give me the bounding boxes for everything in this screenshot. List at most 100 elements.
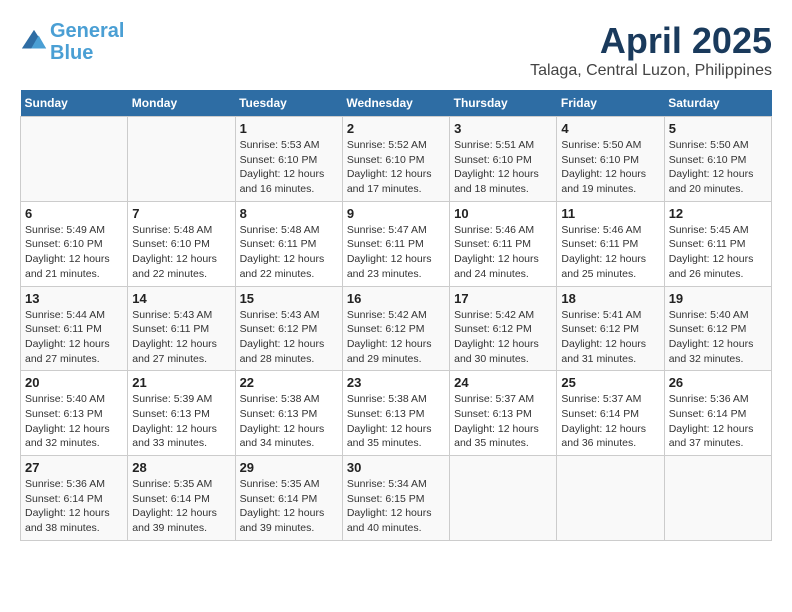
calendar-week-row: 27 Sunrise: 5:36 AMSunset: 6:14 PMDayligh… (21, 456, 772, 541)
weekday-header: Monday (128, 90, 235, 117)
weekday-header: Wednesday (342, 90, 449, 117)
day-number: 30 (347, 460, 445, 475)
day-number: 14 (132, 291, 230, 306)
calendar-week-row: 20 Sunrise: 5:40 AMSunset: 6:13 PMDayligh… (21, 371, 772, 456)
weekday-header: Tuesday (235, 90, 342, 117)
day-number: 6 (25, 206, 123, 221)
day-info: Sunrise: 5:42 AMSunset: 6:12 PMDaylight:… (347, 308, 445, 367)
calendar-week-row: 6 Sunrise: 5:49 AMSunset: 6:10 PMDaylight… (21, 201, 772, 286)
calendar-day-cell: 11 Sunrise: 5:46 AMSunset: 6:11 PMDayligh… (557, 201, 664, 286)
calendar-day-cell: 21 Sunrise: 5:39 AMSunset: 6:13 PMDayligh… (128, 371, 235, 456)
day-number: 24 (454, 375, 552, 390)
calendar-day-cell: 17 Sunrise: 5:42 AMSunset: 6:12 PMDayligh… (450, 286, 557, 371)
weekday-header: Friday (557, 90, 664, 117)
day-info: Sunrise: 5:49 AMSunset: 6:10 PMDaylight:… (25, 223, 123, 282)
calendar-week-row: 13 Sunrise: 5:44 AMSunset: 6:11 PMDayligh… (21, 286, 772, 371)
day-number: 25 (561, 375, 659, 390)
day-number: 8 (240, 206, 338, 221)
calendar-day-cell: 29 Sunrise: 5:35 AMSunset: 6:14 PMDayligh… (235, 456, 342, 541)
calendar-day-cell: 16 Sunrise: 5:42 AMSunset: 6:12 PMDayligh… (342, 286, 449, 371)
day-number: 9 (347, 206, 445, 221)
logo-icon (20, 28, 48, 56)
day-info: Sunrise: 5:42 AMSunset: 6:12 PMDaylight:… (454, 308, 552, 367)
day-info: Sunrise: 5:53 AMSunset: 6:10 PMDaylight:… (240, 138, 338, 197)
calendar-day-cell: 22 Sunrise: 5:38 AMSunset: 6:13 PMDayligh… (235, 371, 342, 456)
day-info: Sunrise: 5:40 AMSunset: 6:12 PMDaylight:… (669, 308, 767, 367)
day-number: 17 (454, 291, 552, 306)
calendar-day-cell: 13 Sunrise: 5:44 AMSunset: 6:11 PMDayligh… (21, 286, 128, 371)
day-info: Sunrise: 5:36 AMSunset: 6:14 PMDaylight:… (25, 477, 123, 536)
calendar-day-cell: 7Sunrise: 5:48 AMSunset: 6:10 PMDaylight… (128, 201, 235, 286)
day-number: 4 (561, 121, 659, 136)
day-info: Sunrise: 5:47 AMSunset: 6:11 PMDaylight:… (347, 223, 445, 282)
day-number: 11 (561, 206, 659, 221)
calendar-day-cell: 2 Sunrise: 5:52 AMSunset: 6:10 PMDaylight… (342, 117, 449, 202)
day-info: Sunrise: 5:51 AMSunset: 6:10 PMDaylight:… (454, 138, 552, 197)
calendar-day-cell: 15Sunrise: 5:43 AMSunset: 6:12 PMDayligh… (235, 286, 342, 371)
day-info: Sunrise: 5:34 AMSunset: 6:15 PMDaylight:… (347, 477, 445, 536)
title-block: April 2025 Talaga, Central Luzon, Philip… (530, 20, 772, 80)
calendar-day-cell: 18 Sunrise: 5:41 AMSunset: 6:12 PMDayligh… (557, 286, 664, 371)
day-info: Sunrise: 5:46 AMSunset: 6:11 PMDaylight:… (561, 223, 659, 282)
day-info: Sunrise: 5:37 AMSunset: 6:13 PMDaylight:… (454, 392, 552, 451)
calendar-day-cell: 20 Sunrise: 5:40 AMSunset: 6:13 PMDayligh… (21, 371, 128, 456)
calendar-body: 1 Sunrise: 5:53 AMSunset: 6:10 PMDaylight… (21, 117, 772, 541)
calendar-day-cell: 24 Sunrise: 5:37 AMSunset: 6:13 PMDayligh… (450, 371, 557, 456)
day-info: Sunrise: 5:52 AMSunset: 6:10 PMDaylight:… (347, 138, 445, 197)
day-info: Sunrise: 5:35 AMSunset: 6:14 PMDaylight:… (240, 477, 338, 536)
calendar-day-cell: 12 Sunrise: 5:45 AMSunset: 6:11 PMDayligh… (664, 201, 771, 286)
day-number: 19 (669, 291, 767, 306)
day-number: 28 (132, 460, 230, 475)
calendar-day-cell: 25 Sunrise: 5:37 AMSunset: 6:14 PMDayligh… (557, 371, 664, 456)
day-number: 16 (347, 291, 445, 306)
day-info: Sunrise: 5:38 AMSunset: 6:13 PMDaylight:… (240, 392, 338, 451)
weekday-header: Thursday (450, 90, 557, 117)
calendar-day-cell: 28Sunrise: 5:35 AMSunset: 6:14 PMDayligh… (128, 456, 235, 541)
day-number: 3 (454, 121, 552, 136)
day-number: 23 (347, 375, 445, 390)
day-info: Sunrise: 5:40 AMSunset: 6:13 PMDaylight:… (25, 392, 123, 451)
calendar-day-cell: 6 Sunrise: 5:49 AMSunset: 6:10 PMDaylight… (21, 201, 128, 286)
day-number: 26 (669, 375, 767, 390)
day-info: Sunrise: 5:48 AMSunset: 6:10 PMDaylight:… (132, 223, 230, 282)
calendar-day-cell: 5 Sunrise: 5:50 AMSunset: 6:10 PMDaylight… (664, 117, 771, 202)
page-header: General Blue April 2025 Talaga, Central … (20, 20, 772, 80)
calendar-day-cell (557, 456, 664, 541)
day-info: Sunrise: 5:39 AMSunset: 6:13 PMDaylight:… (132, 392, 230, 451)
day-number: 13 (25, 291, 123, 306)
calendar-day-cell: 23Sunrise: 5:38 AMSunset: 6:13 PMDayligh… (342, 371, 449, 456)
calendar-day-cell: 14 Sunrise: 5:43 AMSunset: 6:11 PMDayligh… (128, 286, 235, 371)
calendar-table: SundayMondayTuesdayWednesdayThursdayFrid… (20, 90, 772, 541)
day-number: 5 (669, 121, 767, 136)
day-info: Sunrise: 5:36 AMSunset: 6:14 PMDaylight:… (669, 392, 767, 451)
day-info: Sunrise: 5:43 AMSunset: 6:11 PMDaylight:… (132, 308, 230, 367)
calendar-day-cell: 27 Sunrise: 5:36 AMSunset: 6:14 PMDayligh… (21, 456, 128, 541)
calendar-day-cell (664, 456, 771, 541)
page-subtitle: Talaga, Central Luzon, Philippines (530, 62, 772, 80)
day-info: Sunrise: 5:41 AMSunset: 6:12 PMDaylight:… (561, 308, 659, 367)
day-number: 12 (669, 206, 767, 221)
calendar-day-cell: 8 Sunrise: 5:48 AMSunset: 6:11 PMDaylight… (235, 201, 342, 286)
day-number: 18 (561, 291, 659, 306)
day-info: Sunrise: 5:48 AMSunset: 6:11 PMDaylight:… (240, 223, 338, 282)
calendar-day-cell: 26 Sunrise: 5:36 AMSunset: 6:14 PMDayligh… (664, 371, 771, 456)
calendar-day-cell: 30 Sunrise: 5:34 AMSunset: 6:15 PMDayligh… (342, 456, 449, 541)
day-number: 27 (25, 460, 123, 475)
logo: General Blue (20, 20, 124, 64)
day-number: 1 (240, 121, 338, 136)
day-number: 20 (25, 375, 123, 390)
calendar-day-cell (450, 456, 557, 541)
calendar-day-cell: 3 Sunrise: 5:51 AMSunset: 6:10 PMDaylight… (450, 117, 557, 202)
calendar-day-cell (128, 117, 235, 202)
weekday-row: SundayMondayTuesdayWednesdayThursdayFrid… (21, 90, 772, 117)
calendar-day-cell: 10Sunrise: 5:46 AMSunset: 6:11 PMDayligh… (450, 201, 557, 286)
day-info: Sunrise: 5:50 AMSunset: 6:10 PMDaylight:… (669, 138, 767, 197)
day-info: Sunrise: 5:46 AMSunset: 6:11 PMDaylight:… (454, 223, 552, 282)
day-info: Sunrise: 5:37 AMSunset: 6:14 PMDaylight:… (561, 392, 659, 451)
day-number: 21 (132, 375, 230, 390)
day-number: 22 (240, 375, 338, 390)
day-number: 2 (347, 121, 445, 136)
day-info: Sunrise: 5:45 AMSunset: 6:11 PMDaylight:… (669, 223, 767, 282)
day-info: Sunrise: 5:44 AMSunset: 6:11 PMDaylight:… (25, 308, 123, 367)
day-number: 29 (240, 460, 338, 475)
